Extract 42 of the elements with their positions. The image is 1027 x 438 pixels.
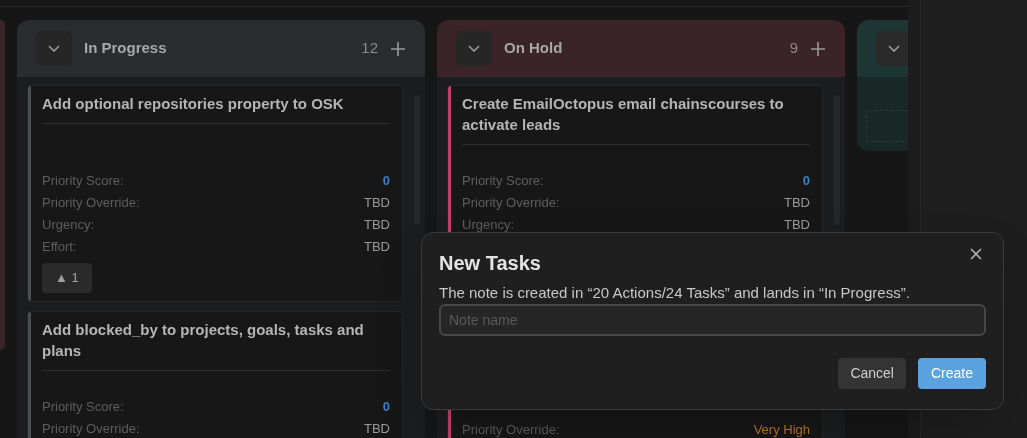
chevron-down-icon <box>888 44 900 53</box>
field-label: Urgency: <box>462 216 515 235</box>
collapse-button[interactable] <box>36 31 72 66</box>
field-value: Very High <box>753 421 810 438</box>
field-value: TBD <box>364 216 390 235</box>
vote-button[interactable]: ▲ 1 <box>42 263 92 293</box>
column-title: In Progress <box>84 38 167 59</box>
collapse-button[interactable] <box>456 31 492 66</box>
collapse-button[interactable] <box>876 31 908 66</box>
field-value: TBD <box>364 238 390 257</box>
field-value: TBD <box>784 216 810 235</box>
field-label: Priority Override: <box>42 420 140 438</box>
close-icon[interactable] <box>969 247 983 261</box>
field-value: 0 <box>382 172 390 191</box>
add-icon[interactable] <box>810 40 826 57</box>
card-count: 12 <box>361 38 378 59</box>
column-title: On Hold <box>504 38 563 59</box>
dialog-title: New Tasks <box>439 251 541 276</box>
card-title: Create EmailOctopus email chainscourses to activate leads <box>462 93 810 145</box>
field-label: Urgency: <box>42 216 95 235</box>
field-label: Priority Override: <box>42 194 140 213</box>
dialog-message: The note is created in “20 Actions/24 Tasks” and lands in “In Progress”. <box>439 284 911 302</box>
field-value: 0 <box>802 172 810 191</box>
field-label: Priority Override: <box>462 194 560 213</box>
field-label: Effort: <box>42 238 77 257</box>
chevron-down-icon <box>48 44 60 53</box>
task-card[interactable]: Add blocked_by to projects, goals, tasks and plans Priority Score: 0 Priority Override: TBD <box>27 311 403 438</box>
field-label: Priority Score: <box>42 398 124 417</box>
add-icon[interactable] <box>390 40 406 57</box>
chevron-down-icon <box>468 44 480 53</box>
field-value: TBD <box>364 194 390 213</box>
task-card[interactable]: Add optional repositories property to OSK Priority Score: 0 Priority Override: TBD Urgency: TBD Effort: TBD ▲ 1 <box>27 85 403 302</box>
field-value: TBD <box>364 420 390 438</box>
field-label: Priority Override: <box>462 421 560 438</box>
field-label: Priority Score: <box>42 172 124 191</box>
cancel-button[interactable]: Cancel <box>838 358 906 389</box>
field-label: Priority Score: <box>462 172 544 191</box>
field-value: 0 <box>382 398 390 417</box>
field-value: TBD <box>784 194 810 213</box>
card-title: Add blocked_by to projects, goals, tasks and plans <box>42 319 390 371</box>
card-count: 9 <box>789 38 798 59</box>
card-title: Add optional repositories property to OSK <box>42 93 390 124</box>
